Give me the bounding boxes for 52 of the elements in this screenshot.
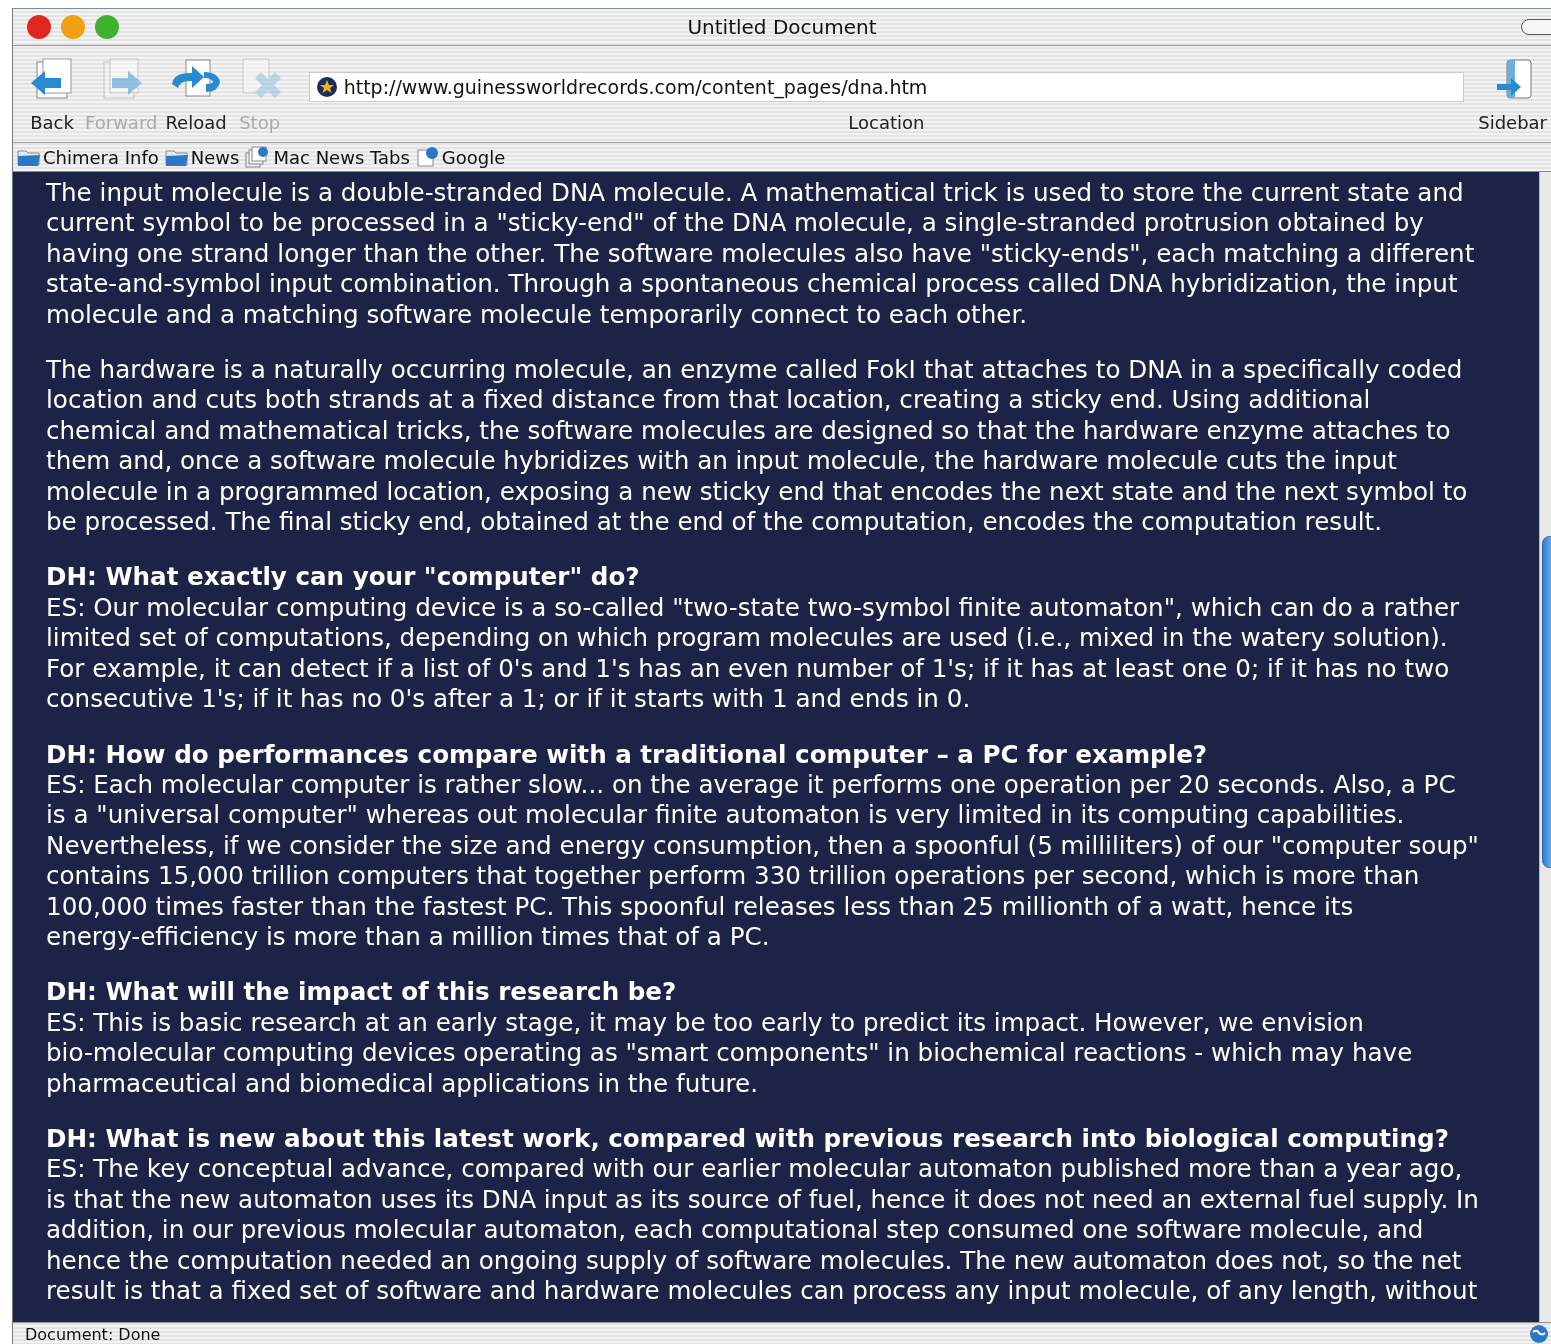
question-heading: DH: What is new about this latest work, compared with previous research into biological computing?: [46, 1123, 1450, 1155]
back-button[interactable]: Back: [23, 52, 81, 133]
bookmark-item[interactable]: Mac News Tabs: [245, 146, 410, 168]
paragraph-line: The hardware is a naturally occurring molecule, an enzyme called FokI that attaches to DNA in a specifically coded: [46, 355, 1464, 386]
answer-line: ES: This is basic research at an early stage, it may be too early to predict its impact. However, we envision: [46, 1007, 1365, 1039]
bookmark-item[interactable]: News: [164, 146, 240, 168]
answer-line: 100,000 times faster than the fastest PC. This spoonful releases less than 25 millionth of a watt, hence its: [46, 891, 1355, 922]
answer-line: result is that a fixed set of software and hardware molecules can process any input molecule, of any length, without: [46, 1276, 1479, 1307]
answer-line: is a "universal computer" whereas out molecular finite automaton is very limited in its computing capabilities.: [46, 800, 1406, 831]
answer-line: hence the computation needed an ongoing supply of software molecules. The new automaton does not, so the net: [46, 1245, 1463, 1276]
globe-icon: [1529, 1324, 1549, 1344]
paragraph-line: having one strand longer than the other. The software molecules also have "sticky-ends", each matching a different: [46, 238, 1476, 270]
paragraph-line: state-and-symbol input combination. Through a spontaneous chemical process called DNA hybridization, the input: [46, 269, 1459, 300]
bookmark-item[interactable]: Google: [415, 146, 506, 168]
paragraph-line: them and, once a software molecule hybridizes with an input molecule, the hardware molecule cuts the input: [46, 446, 1398, 477]
paragraph-line: molecule and a matching software molecule temporarily connect to each other.: [46, 299, 1029, 331]
paragraph-line: chemical and mathematical tricks, the software molecules are designed so that the hardware enzyme attaches to: [46, 415, 1452, 447]
status-text: Document: Done: [25, 1324, 161, 1344]
answer-line: energy-efficiency is more than a million times that of a PC.: [46, 921, 771, 953]
answer-line: contains 15,000 trillion computers that together perform 330 trillion operations per second, which is more than: [46, 861, 1421, 892]
paragraph-line: location and cuts both strands at a fixed distance from that location, creating a sticky end. Using additional: [46, 385, 1372, 416]
paragraph-line: molecule in a programmed location, exposing a new sticky end that encodes the next state and the next symbol to: [46, 476, 1469, 508]
reload-button[interactable]: Reload: [161, 52, 231, 133]
paragraph-line: The input molecule is a double-stranded DNA molecule. A mathematical trick is used to store the current state and: [46, 178, 1465, 209]
answer-line: For example, it can detect if a list of 0's and 1's has an even number of 1's; if it has at least one 0; if it has no two: [46, 653, 1451, 685]
page-globe-icon: [415, 146, 440, 168]
paragraph-line: current symbol to be processed in a "sticky-end" of the DNA molecule, a single-stranded protrusion obtained by: [46, 208, 1425, 239]
answer-line: ES: The key conceptual advance, compared with our earlier molecular automaton published more than a year ago,: [46, 1154, 1464, 1185]
answer-line: is that the new automaton uses its DNA input as its source of fuel, hence it does not need an external fuel supply. In: [46, 1184, 1480, 1216]
question-heading: DH: What will the impact of this research be?: [46, 977, 678, 1008]
toolbar-toggle-button[interactable]: [1521, 19, 1551, 35]
paragraph-line: be processed. The final sticky end, obtained at the end of the computation, encodes the computation result.: [46, 507, 1383, 538]
answer-line: pharmaceutical and biomedical applications in the future.: [46, 1068, 759, 1099]
question-heading: DH: What exactly can your "computer" do?: [46, 562, 641, 593]
bookmark-item[interactable]: Chimera Info: [17, 146, 159, 168]
answer-line: Nevertheless, if we consider the size and energy consumption, then a spoonful (5 milliliters) of our "computer soup": [46, 830, 1480, 862]
zoom-button[interactable]: [95, 15, 119, 39]
answer-line: consecutive 1's; if it has no 0's after a 1; or if it starts with 1 and ends in 0.: [46, 684, 972, 715]
sidebar-button[interactable]: Sidebar: [1474, 52, 1547, 133]
answer-line: ES: Our molecular computing device is a so-called "two-state two-symbol finite automaton", which can do a rather: [46, 592, 1461, 624]
folder-icon: [164, 147, 189, 167]
folder-icon: [17, 147, 41, 167]
answer-line: limited set of computations, depending on which program molecules are used (i.e., mixed in the watery solution).: [46, 623, 1449, 654]
location-field[interactable]: http://www.guinessworldrecords.com/content_pages/dna.htm: [308, 72, 1465, 102]
window-title: Untitled Document: [687, 15, 877, 39]
answer-line: addition, in our previous molecular automaton, each computational step consumed one software molecule, and: [46, 1215, 1425, 1246]
answer-line: ES: Each molecular computer is rather slow... on the average it performs one operation per 20 seconds. Also, a PC: [46, 769, 1457, 801]
location-label: Location: [848, 112, 925, 133]
answer-line: bio-molecular computing devices operating as "smart components" in biochemical reactions - which may have: [46, 1038, 1414, 1069]
close-button[interactable]: [27, 15, 51, 39]
scrollbar[interactable]: [1539, 172, 1551, 1322]
question-heading: DH: How do performances compare with a traditional computer – a PC for example?: [46, 739, 1209, 770]
